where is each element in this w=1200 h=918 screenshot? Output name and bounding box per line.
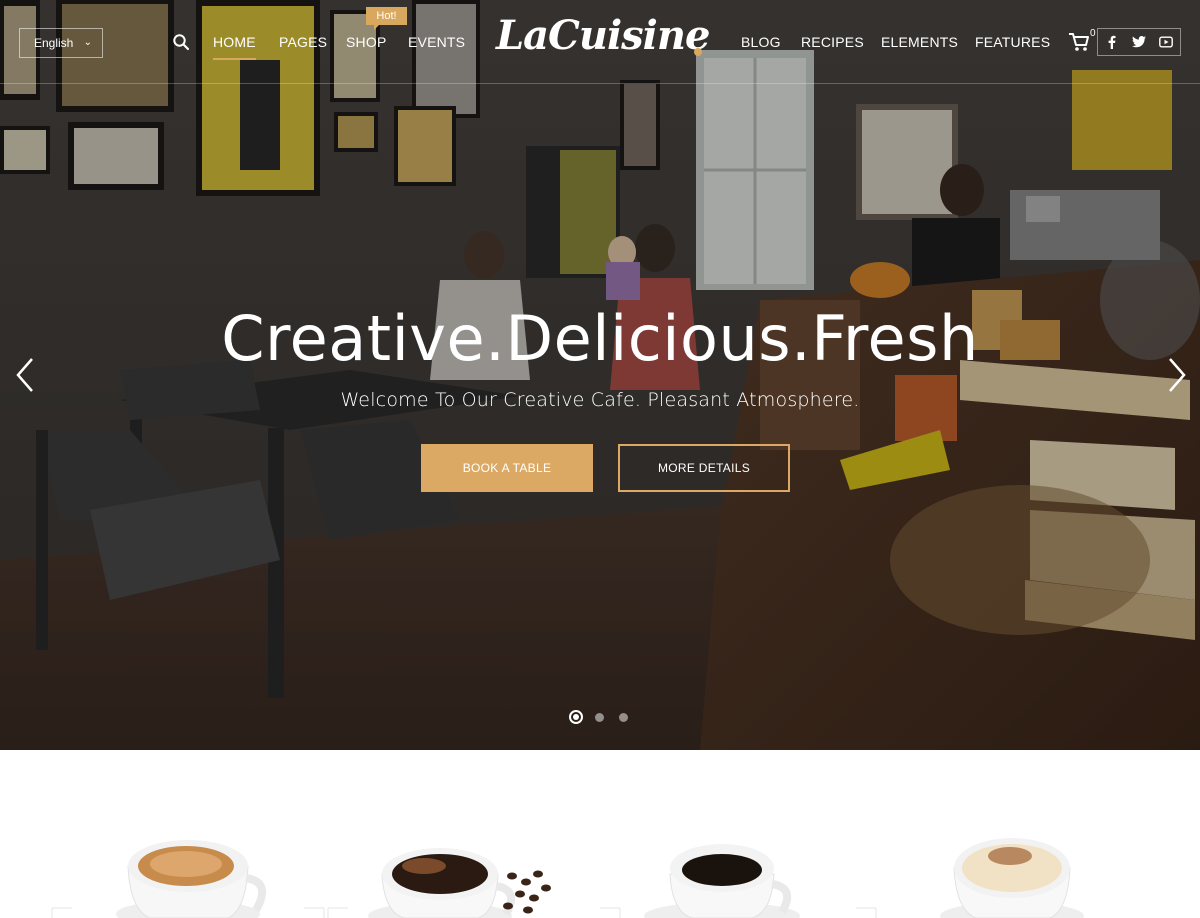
hot-badge: Hot!	[366, 7, 407, 30]
chevron-down-icon: ⌄	[83, 37, 92, 48]
nav-item-shop[interactable]: SHOP	[346, 34, 386, 50]
logo-dot	[694, 48, 702, 56]
coffee-cups-illustration	[51, 838, 1084, 918]
cart-count: 0	[1090, 28, 1096, 39]
cappuccino-cup-icon	[116, 840, 267, 918]
social-links	[1097, 28, 1181, 56]
americano-cup-icon	[368, 848, 551, 918]
hero-overlay	[0, 0, 1200, 750]
nav-item-blog[interactable]: BLOG	[741, 34, 781, 50]
book-a-table-button[interactable]: BOOK A TABLE	[421, 444, 593, 492]
slide-dot-2[interactable]	[595, 713, 604, 722]
facebook-icon[interactable]	[1104, 34, 1120, 50]
previous-slide-arrow-icon[interactable]	[14, 356, 36, 394]
nav-item-pages[interactable]: PAGES	[279, 34, 327, 50]
nav-item-home[interactable]: HOME	[213, 34, 256, 60]
twitter-icon[interactable]	[1131, 34, 1147, 50]
hero-slider: English ⌄ HOME PAGES SHOP EVENTS Hot! La…	[0, 0, 1200, 750]
latte-cup-icon	[940, 838, 1084, 918]
next-slide-arrow-icon[interactable]	[1166, 356, 1188, 394]
hero-subtitle: Welcome To Our Creative Cafe. Pleasant A…	[340, 389, 860, 411]
site-logo[interactable]: LaCuisine	[496, 12, 710, 59]
nav-item-recipes[interactable]: RECIPES	[801, 34, 864, 50]
nav-item-features[interactable]: FEATURES	[975, 34, 1050, 50]
slide-dot-3[interactable]	[619, 713, 628, 722]
black-coffee-cup-icon	[644, 844, 800, 918]
language-selector[interactable]: English ⌄	[19, 28, 103, 58]
site-header: English ⌄ HOME PAGES SHOP EVENTS Hot! La…	[0, 0, 1200, 84]
featured-drinks-section	[0, 750, 1200, 918]
youtube-icon[interactable]	[1158, 34, 1174, 50]
search-icon[interactable]	[172, 33, 190, 51]
more-details-button[interactable]: MORE DETAILS	[618, 444, 790, 492]
slide-dot-1[interactable]	[569, 710, 583, 724]
cart-icon[interactable]	[1068, 32, 1090, 52]
language-label: English	[34, 36, 74, 50]
nav-item-events[interactable]: EVENTS	[408, 34, 465, 50]
nav-item-elements[interactable]: ELEMENTS	[881, 34, 958, 50]
slider-pagination	[568, 710, 632, 724]
hero-title: Creative.Delicious.Fresh	[221, 302, 979, 375]
